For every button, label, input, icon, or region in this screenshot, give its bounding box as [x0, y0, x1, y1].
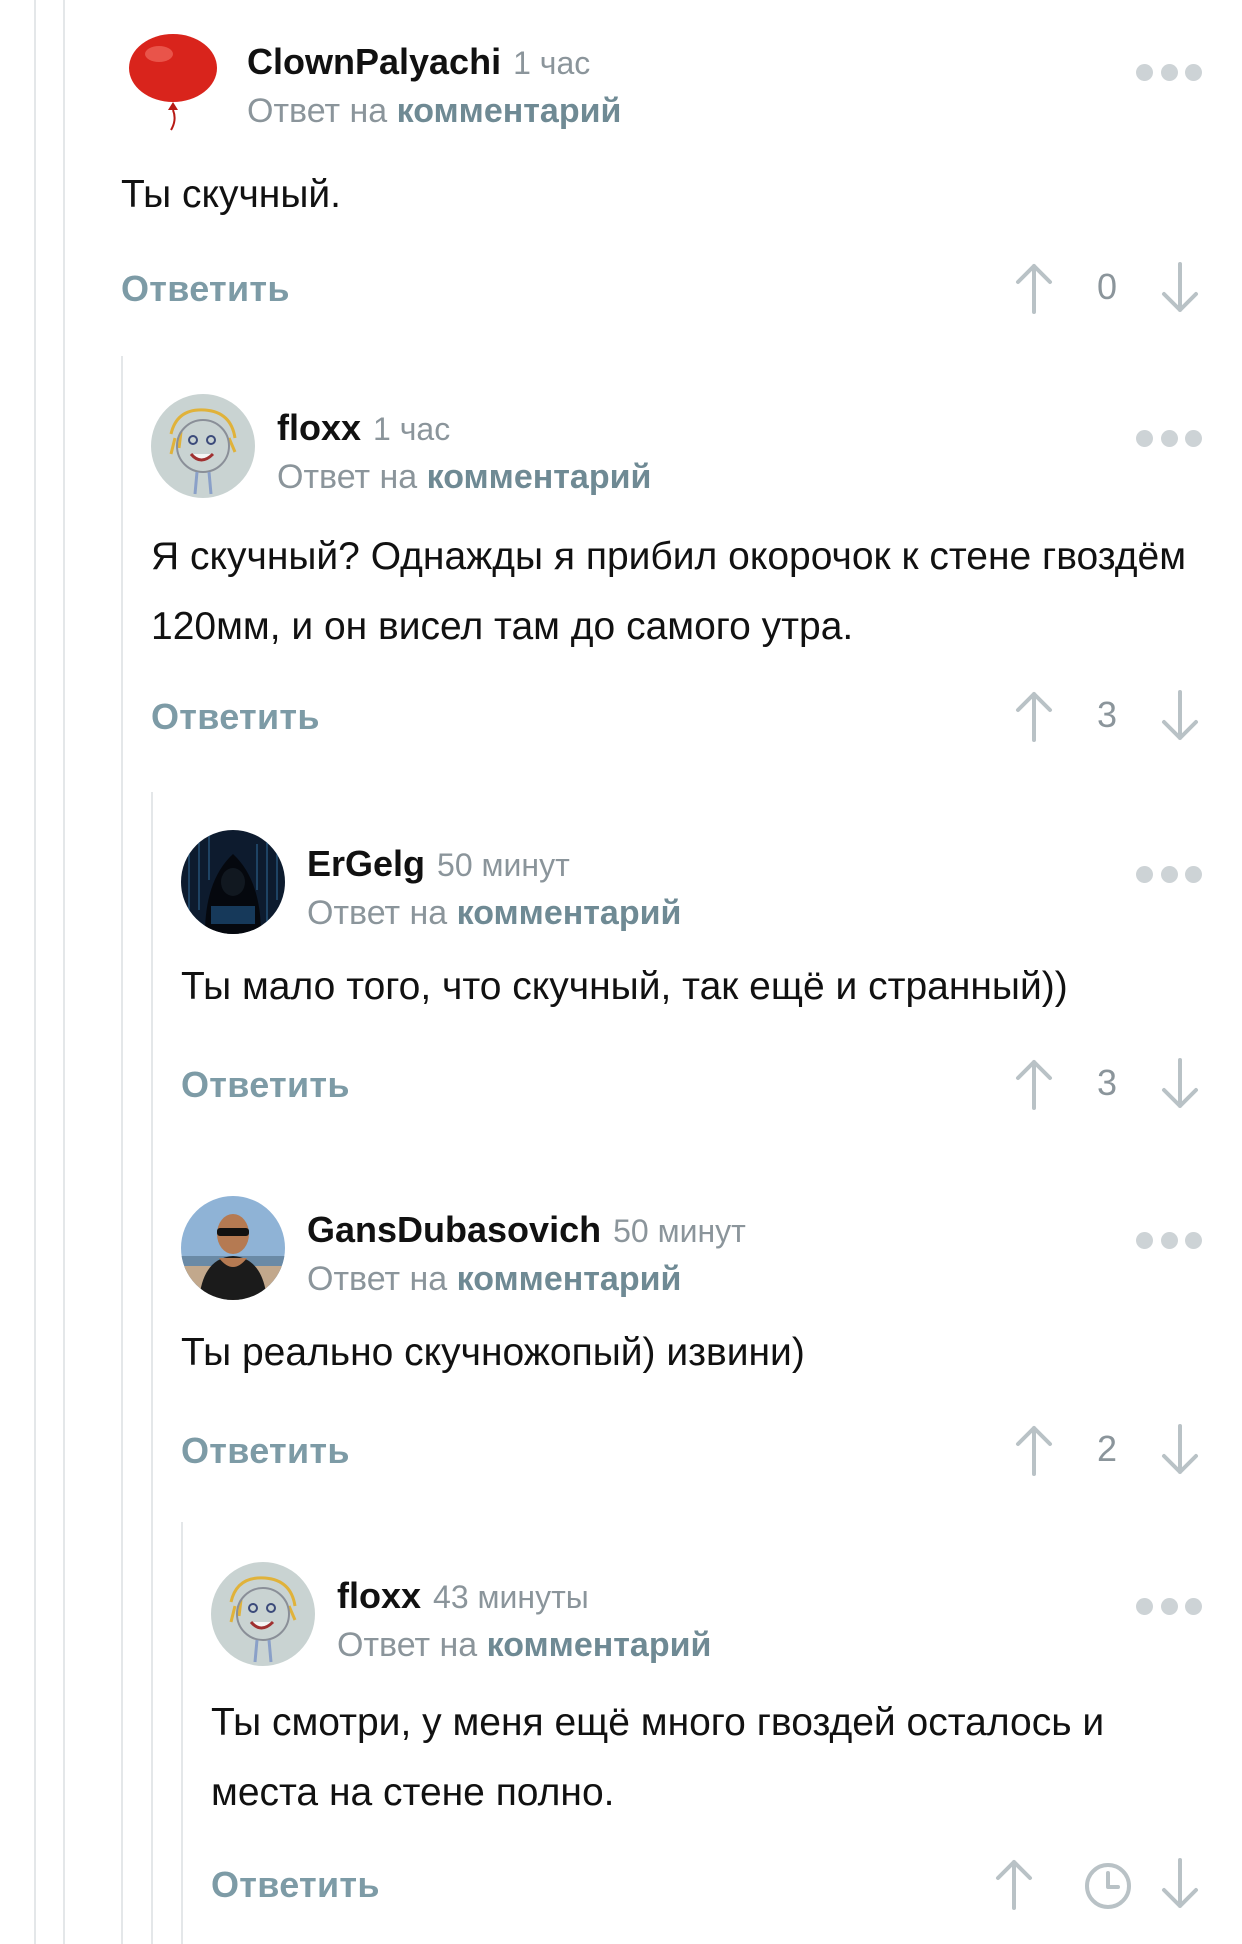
comment: ClownPalyachi 1 час Ответ на комментарий … — [121, 18, 1202, 338]
author-name[interactable]: floxx — [337, 1575, 421, 1616]
reply-to: Ответ на комментарий — [247, 92, 622, 130]
comment-time: 50 минут — [437, 847, 570, 883]
rating-value: 3 — [1096, 694, 1118, 735]
reply-to-link[interactable]: комментарий — [457, 1260, 682, 1298]
man-sunglasses-avatar-icon — [181, 1196, 285, 1300]
upvote-icon[interactable] — [992, 1856, 1036, 1912]
more-options-icon[interactable] — [1136, 428, 1202, 448]
more-options-icon[interactable] — [1136, 864, 1202, 884]
downvote-icon[interactable] — [1158, 1422, 1202, 1478]
comment-text: Ты скучный. — [121, 173, 341, 216]
comments-thread: ClownPalyachi 1 час Ответ на комментарий … — [0, 0, 1242, 1944]
upvote-icon[interactable] — [1012, 260, 1056, 316]
vote-controls: 3 — [1012, 688, 1202, 748]
author-name[interactable]: ErGelg — [307, 843, 425, 884]
avatar[interactable] — [181, 830, 285, 934]
comment-time: 50 минут — [613, 1213, 746, 1249]
child-drawing-avatar-icon — [151, 394, 255, 498]
comment-text: Я скучный? Однажды я прибил окорочок к с… — [151, 535, 1187, 648]
more-options-icon[interactable] — [1136, 62, 1202, 82]
reply-button[interactable]: Ответить — [211, 1864, 380, 1906]
comment: floxx 43 минуты Ответ на комментарий Ты с… — [211, 1552, 1202, 1934]
red-balloon-icon — [129, 34, 217, 131]
vote-controls: 2 — [1012, 1422, 1202, 1482]
comment: ErGelg 50 минут Ответ на комментарий Ты м… — [181, 820, 1202, 1134]
thread-line — [34, 0, 36, 1944]
comment-text: Ты смотри, у меня ещё много гвоздей оста… — [211, 1701, 1105, 1814]
reply-to-link[interactable]: комментарий — [487, 1626, 712, 1664]
vote-controls — [996, 1856, 1202, 1916]
more-options-icon[interactable] — [1136, 1596, 1202, 1616]
reply-to-link[interactable]: комментарий — [427, 458, 652, 496]
avatar[interactable] — [151, 394, 255, 498]
comment: GansDubasovich 50 минут Ответ на коммента… — [181, 1186, 1202, 1500]
avatar[interactable] — [211, 1562, 315, 1666]
downvote-icon[interactable] — [1158, 260, 1202, 316]
author-name[interactable]: ClownPalyachi — [247, 41, 501, 82]
rating-value: 0 — [1096, 266, 1118, 307]
reply-to-link[interactable]: комментарий — [457, 894, 682, 932]
reply-to: Ответ на комментарий — [307, 1260, 682, 1298]
comment: floxx 1 час Ответ на комментарий Я скучны… — [151, 384, 1202, 766]
downvote-icon[interactable] — [1158, 688, 1202, 744]
rating-value: 3 — [1096, 1062, 1118, 1103]
rating-value: 2 — [1096, 1428, 1118, 1469]
comment-text: Ты реально скучножопый) извини) — [181, 1331, 805, 1374]
comment-time: 1 час — [373, 411, 451, 447]
downvote-icon[interactable] — [1158, 1056, 1202, 1112]
downvote-icon[interactable] — [1158, 1856, 1202, 1912]
child-drawing-avatar-icon — [211, 1562, 315, 1666]
thread-line — [181, 1522, 183, 1944]
hacker-hoodie-avatar-icon — [181, 830, 285, 934]
clock-icon — [1085, 1863, 1131, 1909]
upvote-icon[interactable] — [1012, 1422, 1056, 1478]
author-name[interactable]: floxx — [277, 407, 361, 448]
vote-controls: 0 — [1012, 260, 1202, 320]
thread-line — [63, 0, 65, 1944]
reply-button[interactable]: Ответить — [181, 1064, 350, 1106]
reply-button[interactable]: Ответить — [181, 1430, 350, 1472]
reply-button[interactable]: Ответить — [151, 696, 320, 738]
reply-to: Ответ на комментарий — [277, 458, 652, 496]
comment-time: 43 минуты — [433, 1579, 589, 1615]
reply-to: Ответ на комментарий — [337, 1626, 712, 1664]
comment-time: 1 час — [513, 45, 591, 81]
thread-line — [121, 356, 123, 1944]
thread-line — [151, 792, 153, 1944]
reply-to: Ответ на комментарий — [307, 894, 682, 932]
reply-to-link[interactable]: комментарий — [397, 92, 622, 130]
avatar[interactable] — [181, 1196, 285, 1300]
vote-controls: 3 — [1012, 1056, 1202, 1116]
upvote-icon[interactable] — [1012, 688, 1056, 744]
author-name[interactable]: GansDubasovich — [307, 1209, 601, 1250]
upvote-icon[interactable] — [1012, 1056, 1056, 1112]
reply-button[interactable]: Ответить — [121, 268, 290, 310]
more-options-icon[interactable] — [1136, 1230, 1202, 1250]
avatar[interactable] — [121, 28, 225, 132]
comment-text: Ты мало того, что скучный, так ещё и стр… — [181, 965, 1068, 1008]
